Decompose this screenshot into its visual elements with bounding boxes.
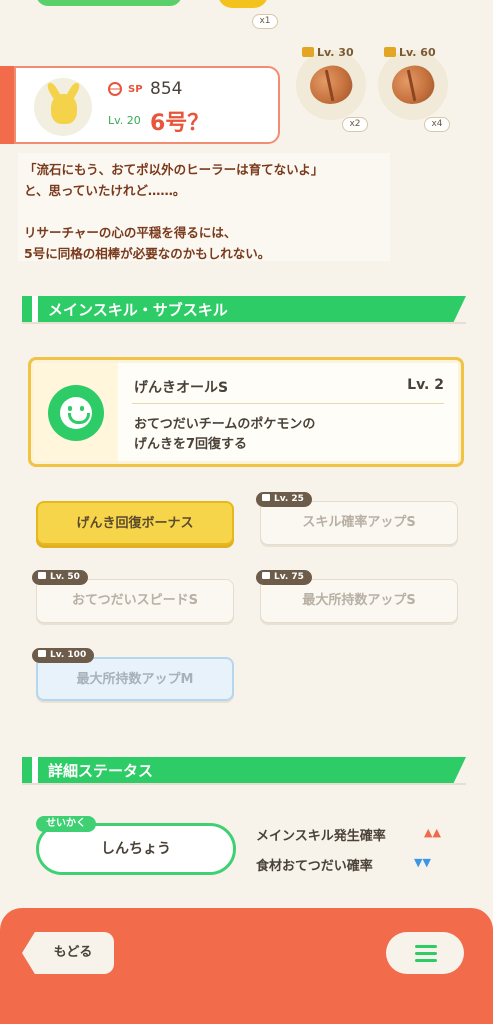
sub-skill-lock-tag: Lv. 75	[256, 570, 312, 585]
lock-icon	[262, 494, 270, 501]
back-button[interactable]: もどる	[22, 932, 114, 974]
up-arrows-icon: ▲▲	[424, 826, 441, 839]
story-line	[24, 201, 384, 222]
section-title-skills: メインスキル・サブスキル	[22, 296, 466, 324]
top-green-tab	[36, 0, 182, 6]
lock-icon	[38, 650, 46, 657]
story-line: 「流石にもう、おてポ以外のヒーラーは育てないよ」	[24, 162, 324, 177]
main-skill-description: おてつだいチームのポケモンの げんきを7回復する	[134, 417, 316, 452]
sub-skill-lock-tag: Lv. 25	[256, 492, 312, 507]
main-skill-card[interactable]: げんきオールS Lv. 2 おてつだいチームのポケモンの げんきを7回復する	[28, 357, 464, 467]
nature-value: しんちょう	[101, 841, 171, 857]
story-line: リサーチャーの心の平穏を得るには、	[24, 225, 237, 240]
ingredient-slot-3: Lv. 60 x4	[378, 46, 450, 132]
lock-icon	[384, 47, 396, 57]
nature-tag: せいかく	[36, 816, 96, 832]
main-skill-name: げんきオールS	[134, 380, 229, 396]
ingredient-qty-3: x4	[424, 117, 450, 132]
description-text: 「流石にもう、おてポ以外のヒーラーは育てないよ」 と、思っていたけれど……。 リ…	[18, 153, 390, 261]
ingredient-qty-1: x1	[252, 14, 278, 29]
sub-skill-4[interactable]: 最大所持数アップS	[260, 579, 458, 623]
section-title-status: 詳細ステータス	[22, 757, 466, 785]
down-arrows-icon: ▼▼	[414, 856, 431, 869]
sp-label: SP	[128, 84, 143, 95]
ingredient-slot-2: Lv. 30 x2	[296, 46, 368, 132]
sub-skill-lock-tag: Lv. 100	[32, 648, 95, 663]
pokemon-profile-card[interactable]: SP 854 Lv. 20 6号？	[14, 66, 280, 144]
pokemon-avatar	[34, 78, 92, 136]
ingredient-qty-2: x2	[342, 117, 368, 132]
story-line: 5号に同格の相棒が必要なのかもしれない。	[24, 246, 271, 261]
hamburger-icon	[415, 945, 437, 948]
sub-skill-2[interactable]: スキル確率アップS	[260, 501, 458, 545]
energy-smile-icon	[48, 385, 104, 441]
sub-skill-lock-tag: Lv. 50	[32, 570, 88, 585]
divider	[132, 403, 444, 404]
nature-down-stat: 食材おてつだい確率	[256, 859, 373, 874]
menu-button[interactable]	[386, 932, 464, 974]
pokemon-level: Lv. 20	[108, 114, 141, 127]
sp-value: 854	[150, 79, 183, 99]
ingredient-lock-2: Lv. 30	[302, 46, 354, 59]
nature-up-stat: メインスキル発生確率	[256, 829, 386, 844]
section-divider	[22, 322, 466, 324]
sub-skill-5[interactable]: 最大所持数アップM	[36, 657, 234, 701]
sub-skill-1[interactable]: げんき回復ボーナス	[36, 501, 234, 545]
main-skill-level: Lv. 2	[407, 377, 444, 393]
ingredient-lock-3: Lv. 60	[384, 46, 436, 59]
sub-skill-3[interactable]: おてつだいスピードS	[36, 579, 234, 623]
ingredient-chip	[218, 0, 268, 8]
lock-icon	[262, 572, 270, 579]
story-line: と、思っていたけれど……。	[24, 183, 186, 198]
section-divider	[22, 783, 466, 785]
pokeball-icon	[108, 82, 122, 96]
pokemon-nickname: 6号？	[150, 111, 210, 136]
lock-icon	[38, 572, 46, 579]
lock-icon	[302, 47, 314, 57]
